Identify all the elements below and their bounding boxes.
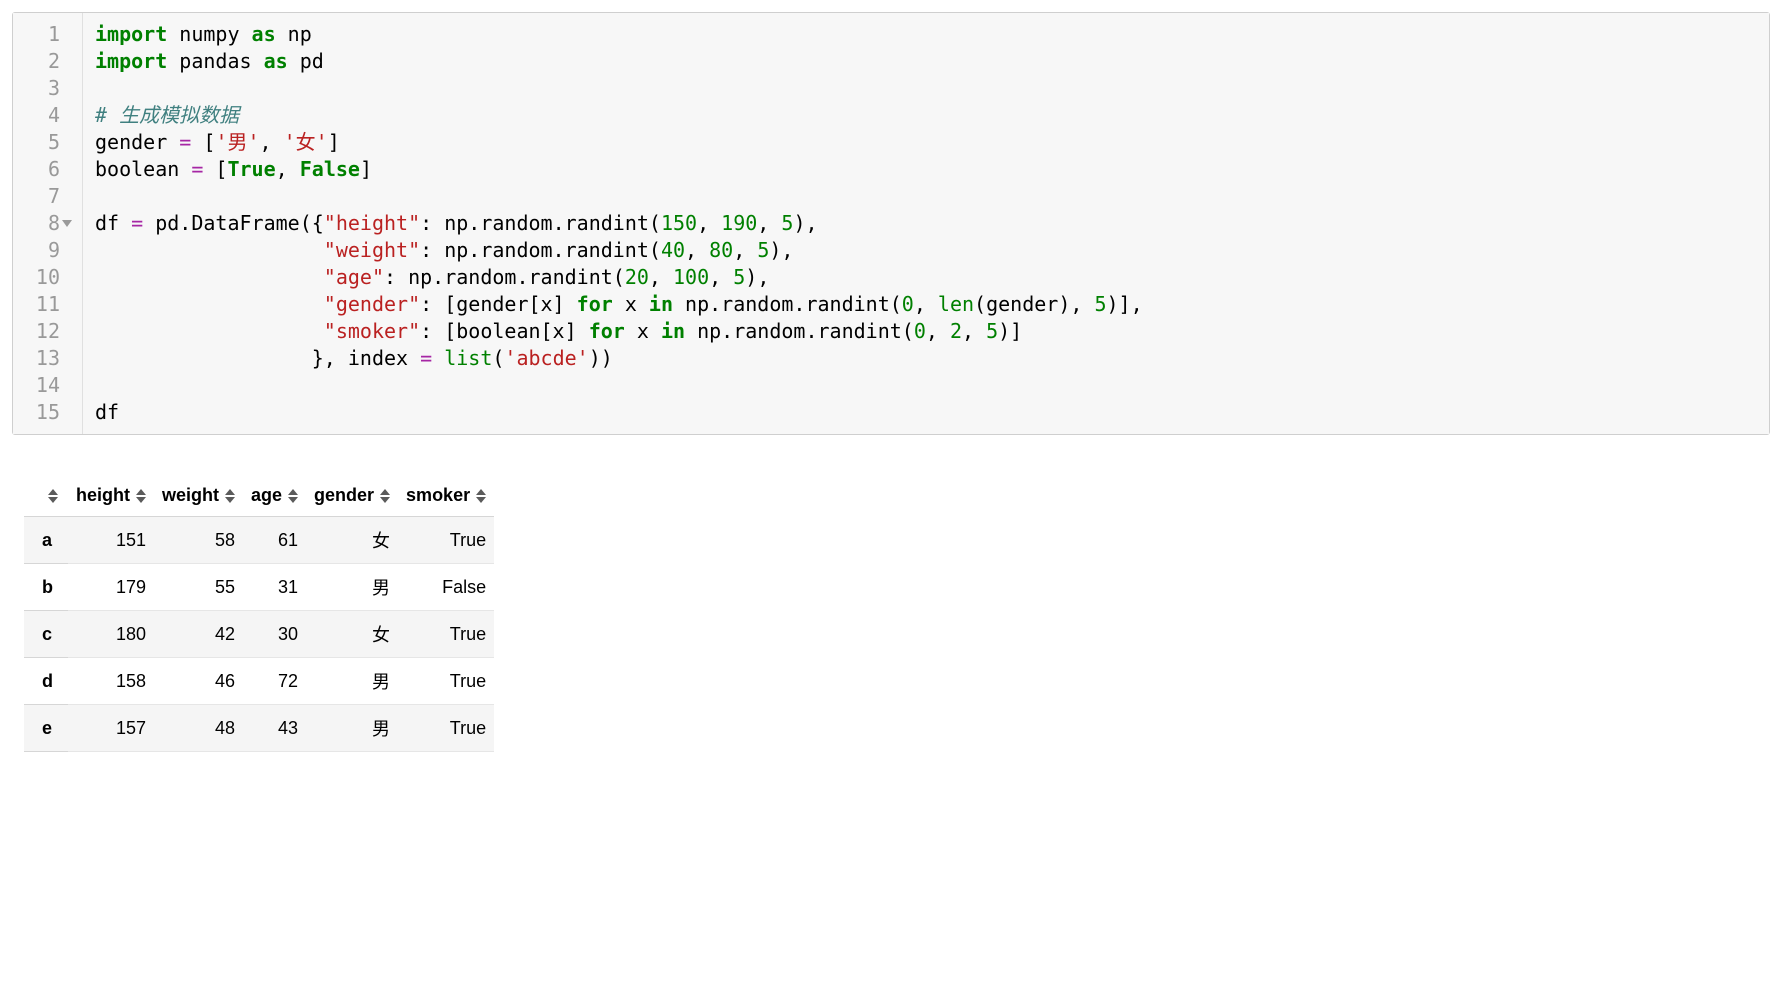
cell-weight: 48 (154, 705, 243, 752)
cell-height: 151 (68, 517, 154, 564)
code-line[interactable]: gender = ['男', '女'] (95, 129, 1757, 156)
cell-height: 157 (68, 705, 154, 752)
cell-age: 30 (243, 611, 306, 658)
table-row: a1515861女True (24, 517, 494, 564)
code-line[interactable]: # 生成模拟数据 (95, 102, 1757, 129)
code-line[interactable] (95, 372, 1757, 399)
cell-age: 43 (243, 705, 306, 752)
code-editor[interactable]: import numpy as npimport pandas as pd # … (83, 13, 1769, 434)
sort-icon[interactable] (476, 489, 486, 503)
column-label: height (76, 485, 130, 505)
code-line[interactable]: "weight": np.random.randint(40, 80, 5), (95, 237, 1757, 264)
code-line[interactable]: "age": np.random.randint(20, 100, 5), (95, 264, 1757, 291)
code-line[interactable]: df (95, 399, 1757, 426)
sort-icon[interactable] (288, 489, 298, 503)
column-label: gender (314, 485, 374, 505)
line-number: 14 (21, 372, 60, 399)
code-line[interactable]: }, index = list('abcde')) (95, 345, 1757, 372)
code-line[interactable]: import numpy as np (95, 21, 1757, 48)
sort-icon[interactable] (136, 489, 146, 503)
sort-icon[interactable] (225, 489, 235, 503)
cell-weight: 58 (154, 517, 243, 564)
index-sort-header[interactable] (24, 475, 68, 517)
cell-gender: 女 (306, 611, 398, 658)
cell-smoker: True (398, 517, 494, 564)
code-line[interactable]: import pandas as pd (95, 48, 1757, 75)
cell-age: 61 (243, 517, 306, 564)
cell-weight: 55 (154, 564, 243, 611)
row-index-label: d (24, 658, 68, 705)
column-header-gender[interactable]: gender (306, 475, 398, 517)
cell-height: 180 (68, 611, 154, 658)
table-header-row: height weight age gender smoker (24, 475, 494, 517)
cell-height: 158 (68, 658, 154, 705)
line-number: 11 (21, 291, 60, 318)
table-row: b1795531男False (24, 564, 494, 611)
column-header-weight[interactable]: weight (154, 475, 243, 517)
column-label: weight (162, 485, 219, 505)
line-number: 2 (21, 48, 60, 75)
line-number: 8 (21, 210, 60, 237)
cell-weight: 42 (154, 611, 243, 658)
cell-smoker: True (398, 611, 494, 658)
line-number: 13 (21, 345, 60, 372)
code-line[interactable] (95, 183, 1757, 210)
row-index-label: c (24, 611, 68, 658)
code-cell[interactable]: 123456789101112131415 import numpy as np… (12, 12, 1770, 435)
code-line[interactable]: "gender": [gender[x] for x in np.random.… (95, 291, 1757, 318)
line-number-gutter: 123456789101112131415 (13, 13, 83, 434)
cell-smoker: True (398, 658, 494, 705)
line-number: 6 (21, 156, 60, 183)
sort-icon[interactable] (380, 489, 390, 503)
line-number: 5 (21, 129, 60, 156)
dataframe-output-table: heightweightagegendersmoker a1515861女Tru… (24, 475, 494, 752)
column-header-age[interactable]: age (243, 475, 306, 517)
column-label: age (251, 485, 282, 505)
row-index-label: e (24, 705, 68, 752)
cell-age: 72 (243, 658, 306, 705)
cell-gender: 男 (306, 564, 398, 611)
column-header-smoker[interactable]: smoker (398, 475, 494, 517)
code-line[interactable]: "smoker": [boolean[x] for x in np.random… (95, 318, 1757, 345)
code-line[interactable]: df = pd.DataFrame({"height": np.random.r… (95, 210, 1757, 237)
fold-toggle-icon[interactable] (60, 210, 74, 237)
row-index-label: a (24, 517, 68, 564)
line-number: 15 (21, 399, 60, 426)
cell-smoker: False (398, 564, 494, 611)
table-row: e1574843男True (24, 705, 494, 752)
line-number: 12 (21, 318, 60, 345)
column-header-height[interactable]: height (68, 475, 154, 517)
code-line[interactable] (95, 75, 1757, 102)
cell-gender: 女 (306, 517, 398, 564)
column-label: smoker (406, 485, 470, 505)
line-number: 4 (21, 102, 60, 129)
code-line[interactable]: boolean = [True, False] (95, 156, 1757, 183)
row-index-label: b (24, 564, 68, 611)
cell-gender: 男 (306, 705, 398, 752)
table-row: d1584672男True (24, 658, 494, 705)
cell-weight: 46 (154, 658, 243, 705)
line-number: 3 (21, 75, 60, 102)
cell-smoker: True (398, 705, 494, 752)
cell-height: 179 (68, 564, 154, 611)
cell-age: 31 (243, 564, 306, 611)
line-number: 9 (21, 237, 60, 264)
line-number: 10 (21, 264, 60, 291)
sort-icon[interactable] (48, 489, 58, 503)
table-row: c1804230女True (24, 611, 494, 658)
line-number: 1 (21, 21, 60, 48)
cell-gender: 男 (306, 658, 398, 705)
line-number: 7 (21, 183, 60, 210)
